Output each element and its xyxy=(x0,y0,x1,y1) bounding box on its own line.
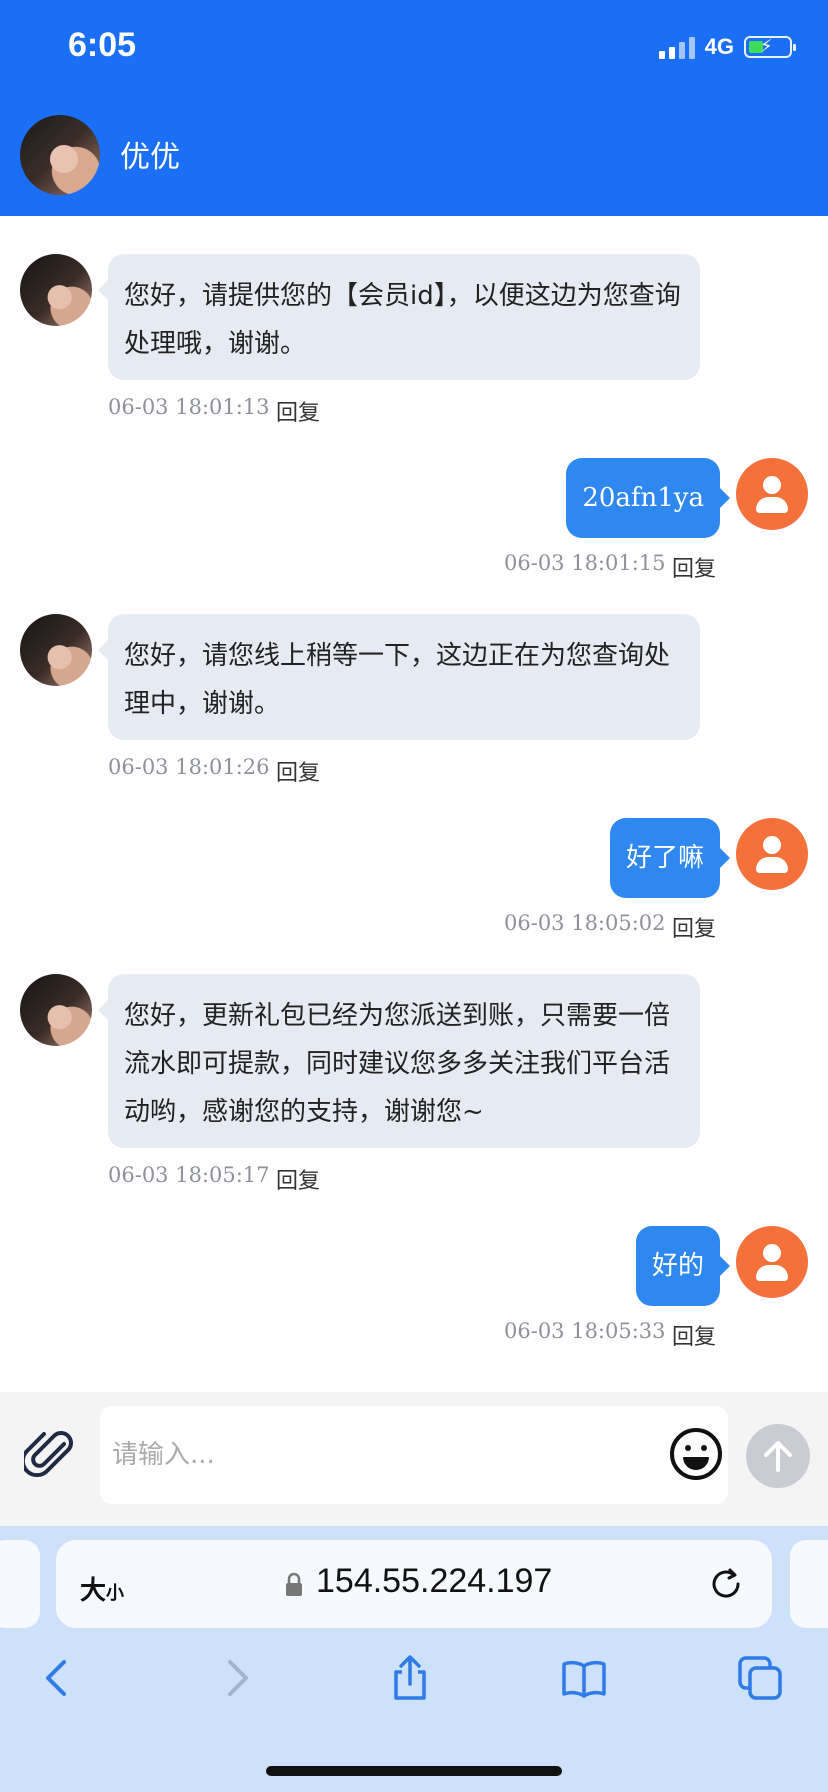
text-size-button[interactable]: 大小 xyxy=(80,1570,124,1607)
tabs-icon[interactable] xyxy=(736,1654,784,1702)
message-bubble-agent[interactable]: 您好，请您线上稍等一下，这边正在为您查询处理中，谢谢。 xyxy=(98,614,700,740)
agent-avatar[interactable] xyxy=(20,614,92,686)
message-timestamp: 06-03 18:05:17 xyxy=(108,1163,270,1187)
paperclip-icon[interactable] xyxy=(24,1428,78,1482)
message-bubble-user[interactable]: 20afn1ya xyxy=(566,458,730,538)
reply-link[interactable]: 回复 xyxy=(276,1163,320,1195)
send-button[interactable] xyxy=(746,1424,810,1488)
reply-link[interactable]: 回复 xyxy=(672,1319,716,1351)
reply-link[interactable]: 回复 xyxy=(672,911,716,943)
reply-link[interactable]: 回复 xyxy=(276,755,320,787)
signal-icon xyxy=(658,35,695,59)
battery-icon: ⚡ xyxy=(744,36,796,58)
share-icon[interactable] xyxy=(386,1654,434,1702)
status-indicators: 4G ⚡ xyxy=(658,34,796,60)
emoji-icon[interactable] xyxy=(668,1426,724,1482)
url-text[interactable]: 154.55.224.197 xyxy=(316,1562,552,1601)
message-bubble-agent[interactable]: 您好，请提供您的【会员id】，以便这边为您查询处理哦，谢谢。 xyxy=(98,254,700,380)
chat-header: 6:05 4G ⚡ 优优 xyxy=(0,0,828,216)
chat-title: 优优 xyxy=(120,140,180,175)
lock-icon xyxy=(286,1572,302,1596)
message-bubble-user[interactable]: 好的 xyxy=(635,1226,731,1306)
message-timestamp: 06-03 18:01:26 xyxy=(108,755,270,779)
message-timestamp: 06-03 18:01:15 xyxy=(504,551,666,575)
forward-icon[interactable] xyxy=(212,1654,260,1702)
user-avatar[interactable] xyxy=(736,1226,808,1298)
text-size-big: 大 xyxy=(80,1576,107,1606)
reply-link[interactable]: 回复 xyxy=(672,551,716,583)
network-type: 4G xyxy=(704,34,734,59)
message-input[interactable]: 请输入... xyxy=(100,1406,728,1504)
previous-tab[interactable] xyxy=(0,1540,40,1628)
user-avatar[interactable] xyxy=(736,818,808,890)
arrow-up-icon xyxy=(764,1441,792,1472)
next-tab[interactable] xyxy=(790,1540,828,1628)
message-timestamp: 06-03 18:05:02 xyxy=(504,911,666,935)
reply-link[interactable]: 回复 xyxy=(276,395,320,427)
bookmarks-icon[interactable] xyxy=(560,1654,608,1702)
back-icon[interactable] xyxy=(34,1654,82,1702)
message-timestamp: 06-03 18:05:33 xyxy=(504,1319,666,1343)
agent-avatar[interactable] xyxy=(20,254,92,326)
agent-avatar[interactable] xyxy=(20,974,92,1046)
agent-avatar[interactable] xyxy=(20,115,100,195)
message-bubble-agent[interactable]: 您好，更新礼包已经为您派送到账，只需要一倍流水即可提款，同时建议您多多关注我们平… xyxy=(98,974,700,1148)
message-bubble-user[interactable]: 好了嘛 xyxy=(609,818,731,898)
home-indicator[interactable] xyxy=(266,1766,562,1776)
user-avatar[interactable] xyxy=(736,458,808,530)
message-timestamp: 06-03 18:01:13 xyxy=(108,395,270,419)
status-time: 6:05 xyxy=(68,26,137,64)
text-size-small: 小 xyxy=(106,1583,125,1604)
reload-icon[interactable] xyxy=(708,1566,744,1602)
